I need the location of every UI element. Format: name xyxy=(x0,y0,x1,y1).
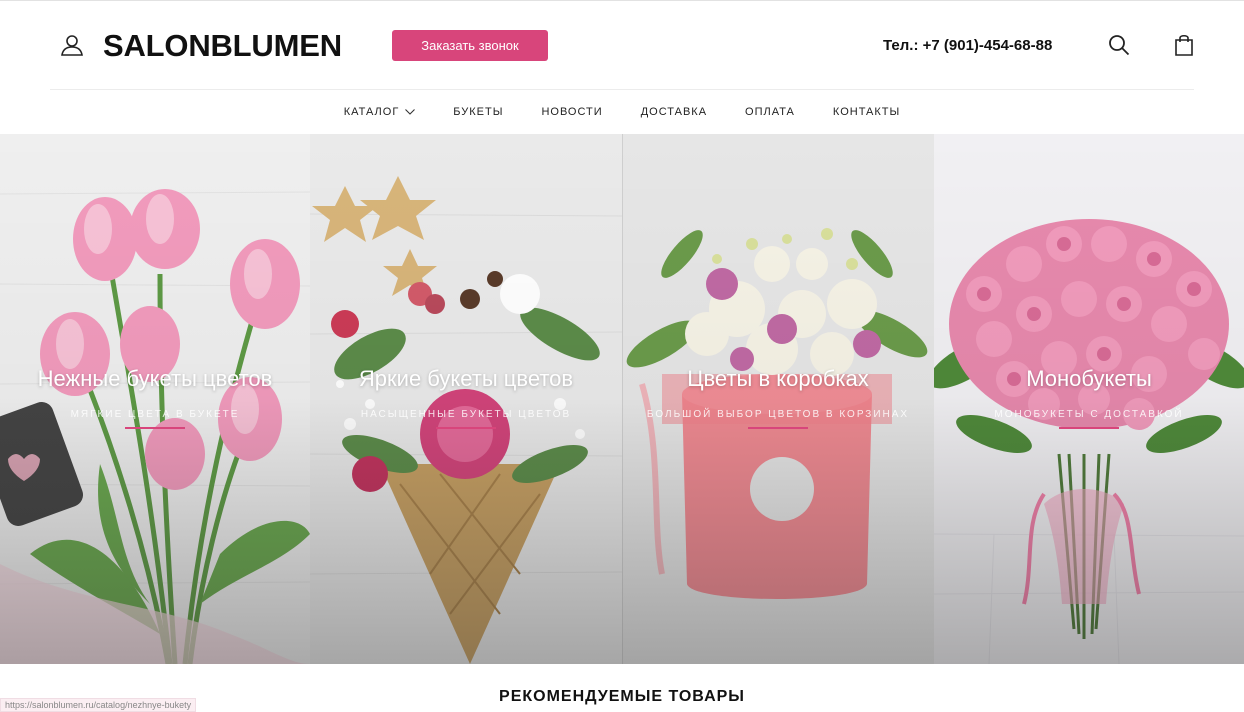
search-icon[interactable] xyxy=(1108,34,1130,56)
nav-item-contacts[interactable]: КОНТАКТЫ xyxy=(814,106,919,118)
banner-bright-bouquets[interactable]: Яркие букеты цветов НАСЫЩЕННЫЕ БУКЕТЫ ЦВ… xyxy=(310,134,622,664)
banner-accent-line xyxy=(748,427,808,429)
banner-title: Монобукеты xyxy=(1026,366,1152,391)
nav-item-news[interactable]: НОВОСТИ xyxy=(522,106,621,118)
chevron-down-icon xyxy=(405,109,416,115)
nav-item-payment[interactable]: ОПЛАТА xyxy=(726,106,814,118)
banner-subtitle: МЯГКИЕ ЦВЕТА В БУКЕТЕ xyxy=(70,409,240,420)
callback-button[interactable]: Заказать звонок xyxy=(392,30,548,61)
category-banners: Нежные букеты цветов МЯГКИЕ ЦВЕТА В БУКЕ… xyxy=(0,134,1244,664)
banner-accent-line xyxy=(436,427,496,429)
banner-accent-line xyxy=(1059,427,1119,429)
site-logo[interactable]: SALONBLUMEN xyxy=(103,28,342,64)
site-header: SALONBLUMEN Заказать звонок Тел.: +7 (90… xyxy=(0,0,1244,90)
nav-item-label: КАТАЛОГ xyxy=(343,106,400,118)
banner-subtitle: НАСЫЩЕННЫЕ БУКЕТЫ ЦВЕТОВ xyxy=(360,409,572,420)
nav-item-catalog[interactable]: КАТАЛОГ xyxy=(325,106,435,118)
banner-subtitle: БОЛЬШОЙ ВЫБОР ЦВЕТОВ В КОРЗИНАХ xyxy=(646,409,910,420)
cart-icon[interactable] xyxy=(1174,33,1194,57)
banner-subtitle: МОНОБУКЕТЫ С ДОСТАВКОЙ xyxy=(994,409,1184,420)
banner-shade xyxy=(310,134,622,664)
banner-title: Цветы в коробках xyxy=(687,366,869,391)
main-nav: КАТАЛОГ БУКЕТЫ НОВОСТИ ДОСТАВКА ОПЛАТА К… xyxy=(0,90,1244,134)
banner-flowers-in-boxes[interactable]: Цветы в коробках БОЛЬШОЙ ВЫБОР ЦВЕТОВ В … xyxy=(622,134,934,664)
nav-item-bouquets[interactable]: БУКЕТЫ xyxy=(434,106,522,118)
banner-shade xyxy=(934,134,1244,664)
banner-title: Яркие букеты цветов xyxy=(358,366,574,391)
banner-shade xyxy=(0,134,310,664)
nav-item-delivery[interactable]: ДОСТАВКА xyxy=(622,106,726,118)
phone-number[interactable]: Тел.: +7 (901)-454-68-88 xyxy=(883,37,1052,54)
banner-mono-bouquets[interactable]: Монобукеты МОНОБУКЕТЫ С ДОСТАВКОЙ xyxy=(934,134,1244,664)
user-icon[interactable] xyxy=(60,34,84,56)
banner-tender-bouquets[interactable]: Нежные букеты цветов МЯГКИЕ ЦВЕТА В БУКЕ… xyxy=(0,134,310,664)
banner-title: Нежные букеты цветов xyxy=(37,366,273,391)
banner-accent-line xyxy=(125,427,185,429)
banner-shade xyxy=(622,134,934,664)
